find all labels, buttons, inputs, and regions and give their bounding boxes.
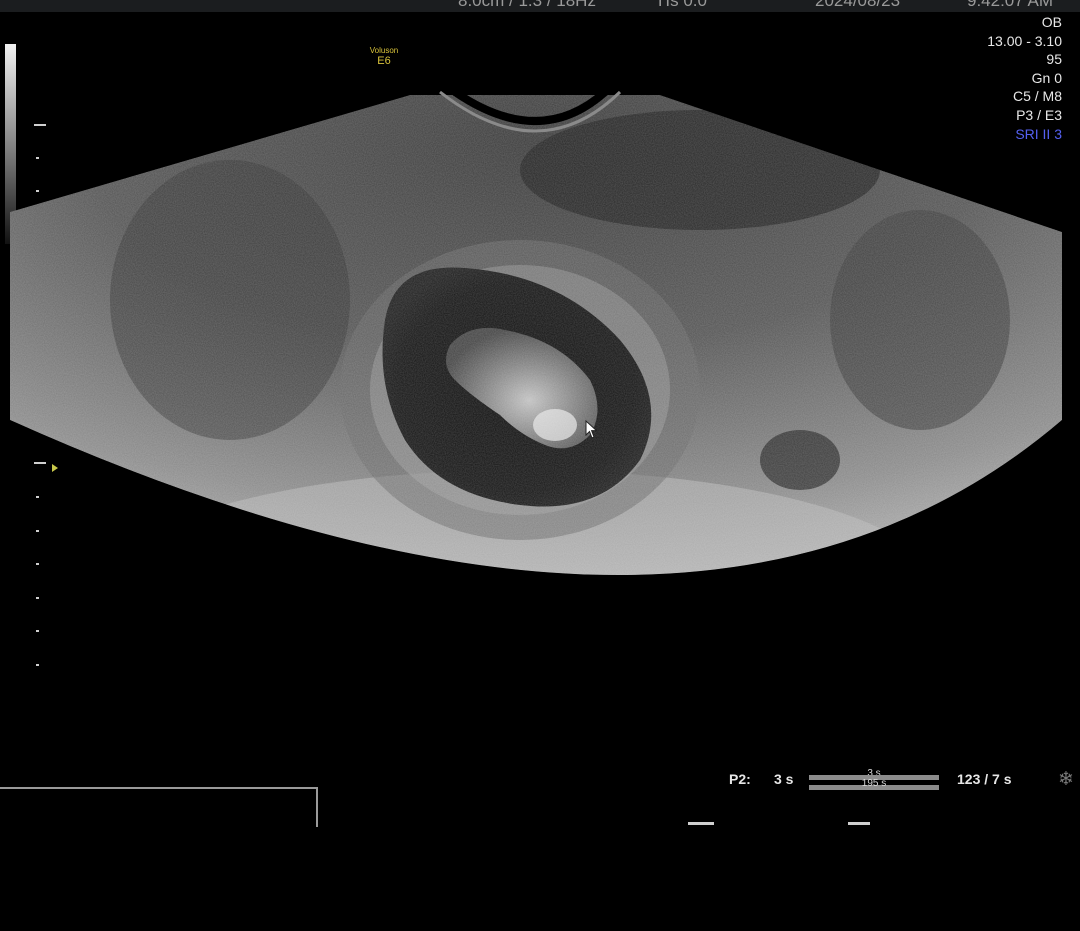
parameter-panel: OB 13.00 - 3.10 95 Gn 0 C5 / M8 P3 / E3 … xyxy=(987,13,1062,143)
bottom-marker xyxy=(688,822,714,825)
bottom-marker xyxy=(848,822,870,825)
brand-logo: Voluson E6 xyxy=(364,46,404,68)
cine-label: P2: xyxy=(729,771,751,787)
cine-progress-bar[interactable]: 3 s 195 s xyxy=(809,768,939,791)
arrow-cursor-icon xyxy=(585,420,598,439)
power-level: 95 xyxy=(1046,51,1062,68)
gain-level: Gn 0 xyxy=(1031,69,1062,86)
brand-line1: Voluson xyxy=(369,46,399,55)
snowflake-icon[interactable]: ❄ xyxy=(1056,770,1076,790)
c-m-setting: C5 / M8 xyxy=(1012,88,1062,105)
panel-outline xyxy=(0,787,318,827)
sri-setting: SRI II 3 xyxy=(1015,125,1062,142)
cine-bar-bottom-label: 195 s xyxy=(861,778,887,789)
exam-mode: OB xyxy=(1041,14,1062,30)
brand-line2: E6 xyxy=(377,55,391,67)
cine-duration: 3 s xyxy=(774,771,794,787)
p-e-setting: P3 / E3 xyxy=(1016,106,1062,123)
frequency-range: 13.00 - 3.10 xyxy=(987,32,1062,49)
cine-frames: 123 / 7 s xyxy=(957,771,1012,787)
